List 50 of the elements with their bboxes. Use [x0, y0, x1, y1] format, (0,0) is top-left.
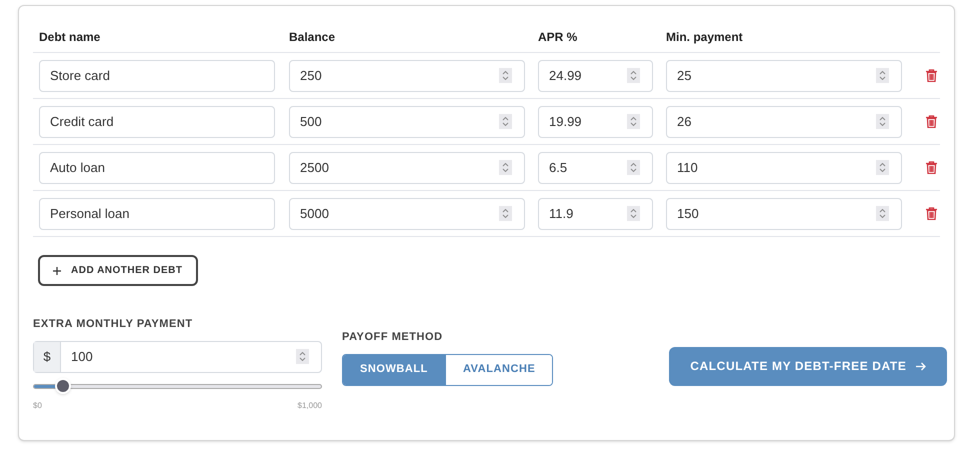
column-header: Balance: [289, 28, 336, 46]
column-header: Debt name: [39, 28, 102, 46]
debt-name-field[interactable]: Credit card: [39, 106, 275, 138]
spinner-icon[interactable]: [499, 206, 512, 221]
min-payment-field[interactable]: 110: [666, 152, 902, 184]
spinner-icon[interactable]: [296, 349, 309, 364]
extra-payment-label: EXTRA MONTHLY PAYMENT: [33, 317, 194, 332]
slider-min-label: $0: [33, 400, 42, 412]
spinner-icon[interactable]: [876, 114, 889, 129]
calculate-button[interactable]: CALCULATE MY DEBT-FREE DATE: [669, 346, 948, 386]
payoff-method-tab[interactable]: AVALANCHE: [444, 354, 552, 384]
spinner-icon[interactable]: [876, 160, 889, 175]
trash-icon[interactable]: [926, 69, 936, 82]
balance-field[interactable]: 250: [289, 60, 525, 92]
column-header: APR %: [538, 28, 578, 46]
column-header: Min. payment: [666, 28, 744, 46]
spinner-icon[interactable]: [627, 206, 640, 221]
spinner-icon[interactable]: [627, 160, 640, 175]
spinner-icon[interactable]: [627, 114, 640, 129]
apr-field[interactable]: 19.99: [538, 106, 653, 138]
min-payment-field[interactable]: 26: [666, 106, 902, 138]
apr-field[interactable]: 6.5: [538, 152, 653, 184]
balance-field[interactable]: 500: [289, 106, 525, 138]
apr-field[interactable]: 11.9: [538, 198, 653, 230]
trash-icon[interactable]: [926, 207, 936, 220]
add-debt-button[interactable]: ADD ANOTHER DEBT: [38, 255, 198, 286]
payoff-method-label: PAYOFF METHOD: [342, 330, 444, 345]
slider-max-label: $1,000: [298, 400, 322, 412]
min-payment-field[interactable]: 150: [666, 198, 902, 230]
slider-thumb[interactable]: [54, 378, 71, 394]
currency-prefix: $: [34, 342, 61, 372]
apr-field[interactable]: 24.99: [538, 60, 653, 92]
plus-icon: [53, 266, 61, 274]
trash-icon[interactable]: [926, 115, 936, 128]
spinner-icon[interactable]: [499, 114, 512, 129]
spinner-icon[interactable]: [627, 68, 640, 83]
balance-field[interactable]: 2500: [289, 152, 525, 184]
balance-field[interactable]: 5000: [289, 198, 525, 230]
payoff-method-tab[interactable]: SNOWBALL: [343, 354, 445, 384]
extra-payment-field[interactable]: $ 100: [33, 340, 322, 372]
spinner-icon[interactable]: [499, 160, 512, 175]
debt-name-field[interactable]: Store card: [39, 60, 275, 92]
min-payment-field[interactable]: 25: [666, 60, 902, 92]
debt-name-field[interactable]: Personal loan: [39, 198, 275, 230]
trash-icon[interactable]: [926, 161, 936, 174]
spinner-icon[interactable]: [876, 206, 889, 221]
debt-name-field[interactable]: Auto loan: [39, 152, 275, 184]
spinner-icon[interactable]: [876, 68, 889, 83]
arrow-right-icon: [916, 362, 926, 370]
spinner-icon[interactable]: [499, 68, 512, 83]
